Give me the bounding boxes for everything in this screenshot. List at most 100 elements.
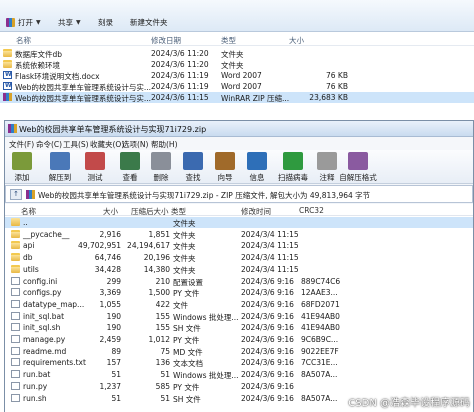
table-row[interactable]: db 64,746 20,196 文件夹 2024/3/4 11:15 bbox=[5, 252, 473, 263]
menu-item[interactable]: 文件(F) bbox=[9, 139, 34, 150]
file-modified: 2024/3/6 11:19 bbox=[151, 71, 209, 80]
table-row[interactable]: utils 34,428 14,380 文件夹 2024/3/4 11:15 bbox=[5, 264, 473, 275]
table-row[interactable]: run.bat 51 51 Windows 批处理... 2024/3/6 9:16 8A… bbox=[5, 369, 473, 380]
winrar-title: Web的校园共享单车管理系统设计与实现71i729.zip bbox=[19, 125, 207, 134]
virus-scan-icon bbox=[283, 152, 303, 170]
file-icon bbox=[11, 393, 20, 402]
tool-button-8[interactable]: 信息 bbox=[242, 152, 272, 182]
table-row[interactable]: init_sql.bat 190 155 Windows 批处理... 2024/3/6… bbox=[5, 311, 473, 322]
share-button[interactable]: 共享 ▼ bbox=[58, 16, 81, 29]
tool-button-11[interactable]: 自解压格式 bbox=[338, 152, 378, 182]
file-size: 23,683 KB bbox=[309, 93, 348, 102]
column-crc32[interactable]: CRC32 bbox=[299, 206, 324, 215]
table-row[interactable]: api 49,702,951 24,194,617 文件夹 2024/3/4 11:15 bbox=[5, 240, 473, 251]
tool-button-5[interactable]: 删除 bbox=[146, 152, 176, 182]
entry-type: 文件夹 bbox=[173, 230, 196, 240]
entry-modified: 2024/3/6 9:16 bbox=[241, 346, 294, 356]
entry-modified: 2024/3/6 9:16 bbox=[241, 288, 294, 298]
tool-label: 自解压格式 bbox=[339, 173, 377, 182]
tool-button-6[interactable]: 查找 bbox=[178, 152, 208, 182]
entry-size: 190 bbox=[106, 311, 121, 321]
sfx-icon bbox=[348, 152, 368, 170]
column-type[interactable]: 类型 bbox=[171, 206, 186, 217]
entry-crc32: 889C74C6 bbox=[301, 276, 341, 286]
entry-packed-size: 1,012 bbox=[148, 335, 170, 344]
entry-size: 49,702,951 bbox=[78, 241, 121, 251]
file-modified: 2024/3/6 11:19 bbox=[151, 82, 209, 91]
entry-name: run.bat bbox=[23, 370, 51, 380]
find-icon bbox=[183, 152, 203, 170]
file-type: WinRAR ZIP 压缩... bbox=[221, 94, 290, 103]
menu-item[interactable]: 命令(C) bbox=[36, 139, 62, 150]
column-size[interactable]: 大小 bbox=[103, 206, 118, 217]
entry-size: 2,459 bbox=[99, 335, 121, 344]
tool-button-3[interactable]: 测试 bbox=[80, 152, 110, 182]
winrar-toolbar: 添加 解压到 测试 查看 删除 查找 向导 信息 扫描病毒 注释 自解压格式 bbox=[5, 150, 473, 184]
chevron-down-icon: ▼ bbox=[36, 19, 41, 26]
entry-name: init_sql.sh bbox=[23, 323, 61, 333]
entry-modified: 2024/3/6 9:16 bbox=[241, 311, 294, 321]
tool-button-4[interactable]: 查看 bbox=[115, 152, 145, 182]
new-folder-button[interactable]: 新建文件夹 bbox=[130, 16, 168, 29]
column-name[interactable]: 名称 bbox=[16, 35, 31, 46]
winrar-window: Web的校园共享单车管理系统设计与实现71i729.zip 文件(F) 命令(C)… bbox=[4, 120, 474, 412]
table-row[interactable]: config.ini 299 210 配置设置 2024/3/6 9:16 889C74C… bbox=[5, 276, 473, 287]
file-row[interactable]: Flask环境说明文档.docx2024/3/6 11:19Word 20077… bbox=[0, 70, 474, 81]
tool-label: 解压到 bbox=[48, 173, 72, 182]
file-name: Web的校园共享单车管理系统设计与实... bbox=[15, 94, 152, 103]
entry-size: 157 bbox=[106, 358, 121, 368]
table-row[interactable]: manage.py 2,459 1,012 PY 文件 2024/3/6 9:16 9C6… bbox=[5, 334, 473, 345]
entry-name: configs.py bbox=[23, 288, 62, 298]
entry-type: Windows 批处理... bbox=[173, 312, 239, 322]
entry-size: 51 bbox=[111, 370, 121, 380]
open-button[interactable]: 打开 ▼ bbox=[6, 16, 41, 29]
table-row[interactable]: readme.md 89 75 MD 文件 2024/3/6 9:16 9022EE7F bbox=[5, 346, 473, 357]
entry-type: PY 文件 bbox=[173, 336, 200, 345]
table-row[interactable]: datatype_map... 1,055 422 文件 2024/3/6 9:16 68… bbox=[5, 299, 473, 310]
column-size[interactable]: 大小 bbox=[289, 35, 304, 46]
tool-button-2[interactable]: 解压到 bbox=[45, 152, 75, 182]
table-row[interactable]: init_sql.sh 190 155 SH 文件 2024/3/6 9:16 41E94… bbox=[5, 322, 473, 333]
file-type: Word 2007 bbox=[221, 71, 262, 80]
up-one-level-button[interactable]: ↑ bbox=[10, 189, 22, 200]
column-modified[interactable]: 修改日期 bbox=[151, 35, 181, 46]
folder-icon bbox=[11, 241, 20, 250]
column-name[interactable]: 名称 bbox=[21, 206, 36, 217]
burn-button[interactable]: 刻录 bbox=[98, 16, 113, 29]
entry-modified: 2024/3/6 9:16 bbox=[241, 381, 294, 391]
column-packed-size[interactable]: 压缩后大小 bbox=[131, 206, 169, 217]
file-icon bbox=[11, 299, 20, 308]
entry-crc32: 8A507A... bbox=[301, 370, 338, 380]
winrar-title-bar[interactable]: Web的校园共享单车管理系统设计与实现71i729.zip bbox=[5, 121, 473, 137]
file-row[interactable]: 系统依赖环境 2024/3/6 11:20 文件夹 bbox=[0, 59, 474, 70]
tool-button-1[interactable]: 添加 bbox=[7, 152, 37, 182]
menu-item[interactable]: 收藏夹(O) bbox=[90, 139, 124, 150]
entry-type: SH 文件 bbox=[173, 394, 201, 404]
tool-label: 删除 bbox=[153, 173, 169, 182]
file-modified: 2024/3/6 11:20 bbox=[151, 49, 209, 58]
menu-item[interactable]: 工具(S) bbox=[63, 139, 89, 150]
entry-size: 1,237 bbox=[99, 381, 121, 391]
table-row[interactable]: __pycache__ 2,916 1,851 文件夹 2024/3/4 11:15 bbox=[5, 229, 473, 240]
winrar-menu-bar: 文件(F) 命令(C) 工具(S) 收藏夹(O) 选项(N) 帮助(H) bbox=[5, 137, 473, 150]
entry-packed-size: 51 bbox=[160, 370, 170, 380]
table-row[interactable]: run.py 1,237 585 PY 文件 2024/3/6 9:16 bbox=[5, 381, 473, 392]
tool-button-7[interactable]: 向导 bbox=[210, 152, 240, 182]
file-row[interactable]: Web的校园共享单车管理系统设计与实... 2024/3/6 11:15 WinRA… bbox=[0, 92, 474, 103]
table-row[interactable]: requirements.txt 157 136 文本文档 2024/3/6 9:16 7… bbox=[5, 357, 473, 368]
file-row[interactable]: 数据库文件db 2024/3/6 11:20 文件夹 bbox=[0, 48, 474, 59]
entry-size: 299 bbox=[106, 276, 121, 286]
file-icon bbox=[11, 311, 20, 320]
entry-name: manage.py bbox=[23, 335, 66, 344]
entry-modified: 2024/3/6 9:16 bbox=[241, 276, 294, 286]
file-row[interactable]: Web的校园共享单车管理系统设计与实...2024/3/6 11:19Word … bbox=[0, 81, 474, 92]
entry-name: __pycache__ bbox=[23, 229, 70, 239]
table-row[interactable]: .. 文件夹 bbox=[5, 217, 473, 228]
menu-item[interactable]: 帮助(H) bbox=[151, 139, 178, 150]
table-row[interactable]: configs.py 3,369 1,500 PY 文件 2024/3/6 9:16 12… bbox=[5, 287, 473, 298]
entry-type: 文件夹 bbox=[173, 219, 196, 228]
column-modified[interactable]: 修改时间 bbox=[241, 206, 271, 217]
menu-item[interactable]: 选项(N) bbox=[122, 139, 148, 150]
column-type[interactable]: 类型 bbox=[221, 35, 236, 46]
entry-crc32: 7CC31E... bbox=[301, 358, 338, 368]
